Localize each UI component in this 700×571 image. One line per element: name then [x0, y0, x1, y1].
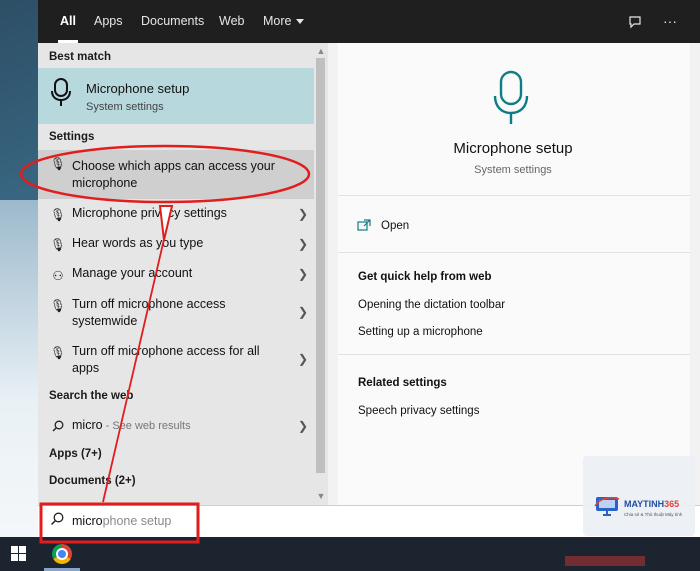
microphone-icon: 🎙︎ [50, 157, 66, 171]
chevron-down-icon [296, 19, 305, 25]
web-search-suffix: - See web results [102, 420, 191, 432]
settings-item-label: Turn off microphone access systemwide [72, 297, 226, 328]
tab-more[interactable]: More [263, 0, 305, 43]
search-autocomplete-hint: phone setup [102, 514, 172, 528]
apps-header[interactable]: Apps (7+) [49, 448, 102, 460]
wallpaper-snow [0, 200, 40, 540]
divider [338, 252, 690, 253]
tab-apps[interactable]: Apps [94, 0, 123, 43]
microphone-icon: 🎙︎ [50, 208, 66, 222]
feedback-icon[interactable] [623, 0, 647, 43]
monitor-logo-icon [594, 494, 620, 518]
settings-item-label: Turn off microphone access for all apps [72, 344, 260, 375]
scroll-up-icon[interactable]: ▲ [314, 44, 328, 58]
chevron-right-icon: ❯ [297, 305, 308, 319]
more-options-icon[interactable]: ··· [658, 0, 682, 43]
chevron-right-icon: ❯ [297, 352, 308, 366]
tab-more-label: More [263, 14, 292, 28]
web-search-item[interactable]: micro - See web results ❯ [38, 417, 314, 437]
related-settings-link[interactable]: Speech privacy settings [358, 405, 479, 417]
best-match-title: Microphone setup [86, 81, 190, 96]
settings-item-choose-apps[interactable]: 🎙︎ Choose which apps can access your mic… [38, 150, 314, 199]
best-match-subtitle: System settings [86, 101, 164, 113]
scroll-down-icon[interactable]: ▼ [314, 489, 328, 503]
watermark-brand-accent: 365 [664, 499, 680, 509]
chrome-icon[interactable] [52, 544, 72, 564]
settings-item-manage-account[interactable]: ⚇ Manage your account ❯ [38, 265, 314, 285]
search-web-header: Search the web [49, 390, 134, 402]
web-search-label: micro - See web results [72, 417, 282, 435]
windows-start-icon[interactable] [11, 546, 26, 561]
open-icon [357, 219, 371, 234]
open-link[interactable]: Open [381, 220, 409, 232]
best-match-header: Best match [49, 51, 111, 63]
web-search-query: micro [72, 418, 103, 432]
preview-title: Microphone setup [453, 140, 573, 157]
settings-item-turn-off-systemwide[interactable]: 🎙︎ Turn off microphone access systemwide… [38, 296, 314, 334]
divider [338, 195, 690, 196]
quick-help-header: Get quick help from web [358, 271, 492, 283]
microphone-icon: 🎙︎ [50, 346, 66, 360]
quick-help-link[interactable]: Setting up a microphone [358, 326, 483, 338]
chevron-right-icon: ❯ [297, 237, 308, 251]
scrollbar-thumb[interactable] [316, 58, 325, 473]
settings-item-label: Choose which apps can access your microp… [72, 159, 275, 190]
settings-header: Settings [49, 131, 95, 143]
microphone-icon: 🎙︎ [50, 299, 66, 313]
chevron-right-icon: ❯ [297, 419, 308, 433]
watermark-tagline: Chia sẻ & Thủ thuật Máy tính [624, 512, 683, 517]
search-icon [50, 420, 66, 435]
watermark-brand-main: MAYTINH [624, 499, 665, 509]
microphone-icon: 🎙︎ [50, 238, 66, 252]
chevron-right-icon: ❯ [297, 267, 308, 281]
microphone-icon [492, 70, 530, 129]
preview-subtitle: System settings [474, 164, 552, 176]
account-icon: ⚇ [52, 269, 64, 283]
tab-all[interactable]: All [58, 0, 78, 43]
tab-documents[interactable]: Documents [141, 0, 204, 43]
documents-header[interactable]: Documents (2+) [49, 475, 136, 487]
settings-item-label: Microphone privacy settings [72, 206, 227, 220]
search-input[interactable]: microphone setup [72, 514, 171, 528]
watermark-brand: MAYTINH365 [624, 499, 679, 509]
divider [338, 354, 690, 355]
taskbar-app-icon [565, 556, 645, 566]
related-settings-header: Related settings [358, 377, 447, 389]
tab-web[interactable]: Web [219, 0, 244, 43]
quick-help-link[interactable]: Opening the dictation toolbar [358, 299, 505, 311]
search-tabs-bar [38, 0, 700, 43]
microphone-icon [50, 78, 72, 111]
settings-item-label: Manage your account [72, 266, 193, 280]
settings-item-label: Hear words as you type [72, 236, 204, 250]
best-match-item[interactable] [38, 68, 314, 124]
settings-item-turn-off-all-apps[interactable]: 🎙︎ Turn off microphone access for all ap… [38, 343, 314, 381]
chevron-right-icon: ❯ [297, 207, 308, 221]
search-typed-text: micro [72, 514, 103, 528]
search-icon [50, 512, 64, 529]
settings-item-hear-words[interactable]: 🎙︎ Hear words as you type ❯ [38, 235, 314, 255]
settings-item-privacy[interactable]: 🎙︎ Microphone privacy settings ❯ [38, 205, 314, 225]
